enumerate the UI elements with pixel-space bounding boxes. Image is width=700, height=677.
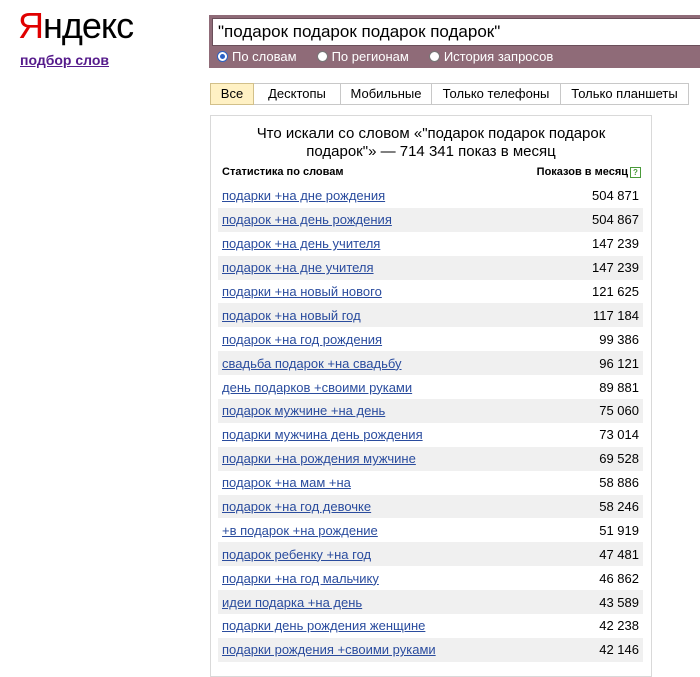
- device-tabs: Все Десктопы Мобильные Только телефоны Т…: [210, 83, 689, 105]
- keyword-link[interactable]: подарок +на мам +на: [222, 475, 351, 490]
- keyword-link[interactable]: подарки рождения +своими руками: [222, 642, 436, 657]
- keyword-link[interactable]: подарок +на день рождения: [222, 212, 392, 227]
- results-title: Что искали со словом «"подарок подарок п…: [256, 125, 606, 160]
- impressions-count: 147 239: [592, 260, 639, 276]
- radio-by-regions[interactable]: По регионам: [316, 49, 409, 64]
- keyword-link[interactable]: подарок +на дне учителя: [222, 260, 374, 275]
- impressions-count: 121 625: [592, 284, 639, 299]
- wordstat-link[interactable]: подбор слов: [20, 52, 109, 68]
- impressions-count: 42 146: [599, 642, 639, 658]
- impressions-count: 96 121: [599, 355, 639, 371]
- column-header-counts: Показов в месяц ?: [537, 166, 641, 178]
- impressions-count: 89 881: [599, 379, 639, 395]
- keyword-link[interactable]: идеи подарка +на день: [222, 595, 362, 610]
- table-row: подарки +на рождения мужчине 69 528: [218, 446, 643, 471]
- impressions-count: 147 239: [592, 236, 639, 252]
- impressions-count: 75 060: [599, 403, 639, 419]
- table-row: подарки +на новый нового 121 625: [218, 280, 643, 304]
- column-header-phrases: Статистика по словам: [222, 166, 344, 178]
- keyword-link[interactable]: подарок +на день учителя: [222, 236, 380, 251]
- table-row: подарок +на год девочке 58 246: [218, 494, 643, 519]
- keyword-link[interactable]: подарки +на год мальчику: [222, 571, 379, 586]
- yandex-logo[interactable]: Яндекс: [18, 6, 134, 46]
- results-panel: Что искали со словом «"подарок подарок п…: [210, 115, 652, 677]
- impressions-count: 43 589: [599, 594, 639, 610]
- radio-history[interactable]: История запросов: [428, 49, 553, 64]
- impressions-count: 42 238: [599, 618, 639, 634]
- impressions-count: 504 871: [592, 188, 639, 204]
- keyword-link[interactable]: подарок ребенку +на год: [222, 547, 371, 562]
- table-row: подарок +на дне учителя 147 239: [218, 255, 643, 280]
- table-row: подарок +на новый год 117 184: [218, 303, 643, 328]
- keyword-link[interactable]: день подарков +своими руками: [222, 380, 412, 395]
- impressions-count: 51 919: [599, 522, 639, 538]
- impressions-count: 504 867: [592, 212, 639, 228]
- keyword-link[interactable]: подарок +на год девочке: [222, 499, 371, 514]
- keyword-link[interactable]: подарок +на год рождения: [222, 332, 382, 347]
- search-mode-radios: По словам По регионам История запросов: [217, 46, 573, 66]
- search-input[interactable]: [212, 18, 700, 46]
- impressions-count: 58 886: [599, 475, 639, 491]
- table-row: подарок +на день учителя 147 239: [218, 232, 643, 256]
- search-block: По словам По регионам История запросов: [209, 15, 700, 68]
- table-row: подарок мужчине +на день 75 060: [218, 399, 643, 423]
- table-row: день подарков +своими руками 89 881: [218, 375, 643, 399]
- keyword-link[interactable]: +в подарок +на рождение: [222, 523, 378, 538]
- results-table: подарки +на дне рождения 504 871 подарок +…: [218, 184, 643, 662]
- table-row: подарки рождения +своими руками 42 146: [218, 637, 643, 662]
- radio-dot[interactable]: [316, 50, 328, 62]
- table-row: +в подарок +на рождение 51 919: [218, 518, 643, 542]
- keyword-link[interactable]: подарок +на новый год: [222, 308, 361, 323]
- impressions-count: 69 528: [599, 451, 639, 467]
- keyword-link[interactable]: подарки +на рождения мужчине: [222, 451, 416, 466]
- tab-tablets-only[interactable]: Только планшеты: [561, 83, 689, 105]
- tab-desktops[interactable]: Десктопы: [254, 83, 341, 105]
- question-icon[interactable]: ?: [630, 166, 641, 178]
- table-row: подарок +на мам +на 58 886: [218, 471, 643, 495]
- keyword-link[interactable]: подарки мужчина день рождения: [222, 427, 423, 442]
- keyword-link[interactable]: подарки день рождения женщине: [222, 618, 425, 633]
- keyword-link[interactable]: подарки +на новый нового: [222, 284, 382, 299]
- impressions-count: 73 014: [599, 427, 639, 443]
- table-row: свадьба подарок +на свадьбу 96 121: [218, 351, 643, 376]
- impressions-count: 46 862: [599, 570, 639, 586]
- impressions-count: 58 246: [599, 499, 639, 515]
- radio-dot[interactable]: [217, 50, 228, 62]
- table-row: подарок +на год рождения 99 386: [218, 327, 643, 351]
- radio-by-words[interactable]: По словам: [217, 49, 297, 64]
- table-row: подарок ребенку +на год 47 481: [218, 542, 643, 567]
- keyword-link[interactable]: свадьба подарок +на свадьбу: [222, 356, 402, 371]
- keyword-link[interactable]: подарки +на дне рождения: [222, 188, 385, 203]
- table-row: подарки +на дне рождения 504 871: [218, 184, 643, 208]
- tab-phones-only[interactable]: Только телефоны: [432, 83, 561, 105]
- table-row: идеи подарка +на день 43 589: [218, 590, 643, 615]
- radio-dot[interactable]: [428, 50, 440, 62]
- table-row: подарки +на год мальчику 46 862: [218, 566, 643, 590]
- keyword-link[interactable]: подарок мужчине +на день: [222, 403, 385, 418]
- table-row: подарки день рождения женщине 42 238: [218, 614, 643, 638]
- impressions-count: 99 386: [599, 331, 639, 347]
- impressions-count: 47 481: [599, 546, 639, 562]
- table-row: подарки мужчина день рождения 73 014: [218, 423, 643, 447]
- tab-all[interactable]: Все: [210, 83, 254, 105]
- table-row: подарок +на день рождения 504 867: [218, 207, 643, 232]
- impressions-count: 117 184: [592, 307, 639, 323]
- tab-mobile[interactable]: Мобильные: [341, 83, 432, 105]
